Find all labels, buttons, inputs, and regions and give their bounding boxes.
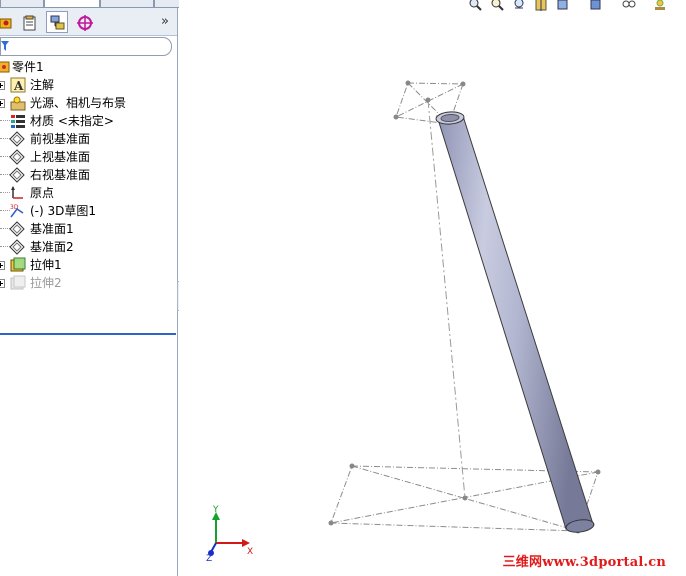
property-manager-icon [23, 15, 36, 31]
3d-sketch-icon: 3D [10, 204, 24, 218]
dimxpert-manager-icon [77, 15, 93, 31]
tree-item-top-plane[interactable]: 上视基准面 [0, 148, 177, 166]
configuration-manager-icon [50, 15, 65, 30]
rollback-bar[interactable] [0, 333, 176, 335]
model-scene: Y X Z [206, 80, 601, 564]
reference-triad: Y X Z [206, 505, 253, 564]
material-icon [11, 115, 25, 128]
filter-icon [1, 41, 9, 51]
expand-toggle[interactable] [0, 81, 5, 90]
property-manager-tab[interactable] [18, 11, 40, 33]
tree-item-front-plane[interactable]: 前视基准面 [0, 130, 177, 148]
plane-icon [9, 131, 25, 147]
part-icon [0, 61, 10, 73]
tree-item-extrude1[interactable]: 拉伸1 [0, 256, 177, 274]
watermark: 三维网www.3dportal.cn [502, 555, 666, 570]
lights-camera-icon [10, 96, 26, 111]
section-view-icon[interactable] [534, 0, 549, 12]
tab-features[interactable] [0, 0, 44, 8]
hide-show-icon[interactable] [622, 0, 637, 12]
previous-view-icon[interactable] [512, 0, 527, 12]
display-style-icon[interactable] [589, 0, 604, 12]
triad-y-label: Y [212, 505, 219, 515]
svg-text:A: A [13, 79, 24, 93]
heads-up-view-toolbar [464, 0, 686, 14]
view-orientation-icon[interactable] [556, 0, 571, 12]
extrude-icon [10, 257, 26, 272]
configuration-manager-tab[interactable] [46, 11, 68, 33]
expand-pane-button[interactable]: » [161, 14, 169, 29]
expand-toggle[interactable] [0, 279, 5, 288]
triad-z-label: Z [206, 554, 212, 564]
feature-manager-pane: » 零件1 A 注解 光源、相机与布景 材质 <未指定> 前视基准面 上视基准面… [0, 8, 178, 576]
tree-item-extrude2[interactable]: 拉伸2 [0, 274, 177, 292]
graphics-area[interactable]: Y X Z 三维网www.3dportal.cn [179, 0, 686, 576]
extruded-tube [435, 111, 595, 533]
plane-icon [9, 149, 25, 165]
tree-item-lights-cameras[interactable]: 光源、相机与布景 [0, 94, 177, 112]
tree-item-origin[interactable]: 原点 [0, 184, 177, 202]
zoom-to-fit-icon[interactable] [468, 0, 483, 12]
dimxpert-manager-tab[interactable] [73, 11, 95, 33]
tree-item-annotations[interactable]: A 注解 [0, 76, 177, 94]
annotation-icon: A [10, 77, 26, 93]
tab-evaluate[interactable] [100, 0, 154, 8]
plane-icon [9, 221, 25, 237]
feature-manager-icon [0, 18, 12, 29]
plane-icon [9, 167, 25, 183]
tree-item-right-plane[interactable]: 右视基准面 [0, 166, 177, 184]
plane-icon [9, 239, 25, 255]
expand-toggle[interactable] [0, 261, 5, 270]
feature-manager-tab[interactable] [0, 11, 16, 33]
tree-item-plane1[interactable]: 基准面1 [0, 220, 177, 238]
tree-filter-input[interactable] [0, 37, 172, 56]
triad-x-label: X [247, 547, 253, 557]
tree-root-part[interactable]: 零件1 [0, 58, 177, 76]
expand-toggle[interactable] [0, 99, 5, 108]
tree-item-plane2[interactable]: 基准面2 [0, 238, 177, 256]
tree-item-material[interactable]: 材质 <未指定> [0, 112, 177, 130]
origin-icon [11, 186, 23, 199]
scene-icon[interactable] [654, 0, 669, 12]
svg-text:3D: 3D [10, 204, 19, 211]
pane-toolbar: » [0, 8, 177, 36]
zoom-area-icon[interactable] [490, 0, 505, 12]
tree-item-3d-sketch[interactable]: 3D (-) 3D草图1 [0, 202, 177, 220]
tab-sketch[interactable] [44, 0, 100, 8]
extrude-icon [10, 275, 26, 290]
